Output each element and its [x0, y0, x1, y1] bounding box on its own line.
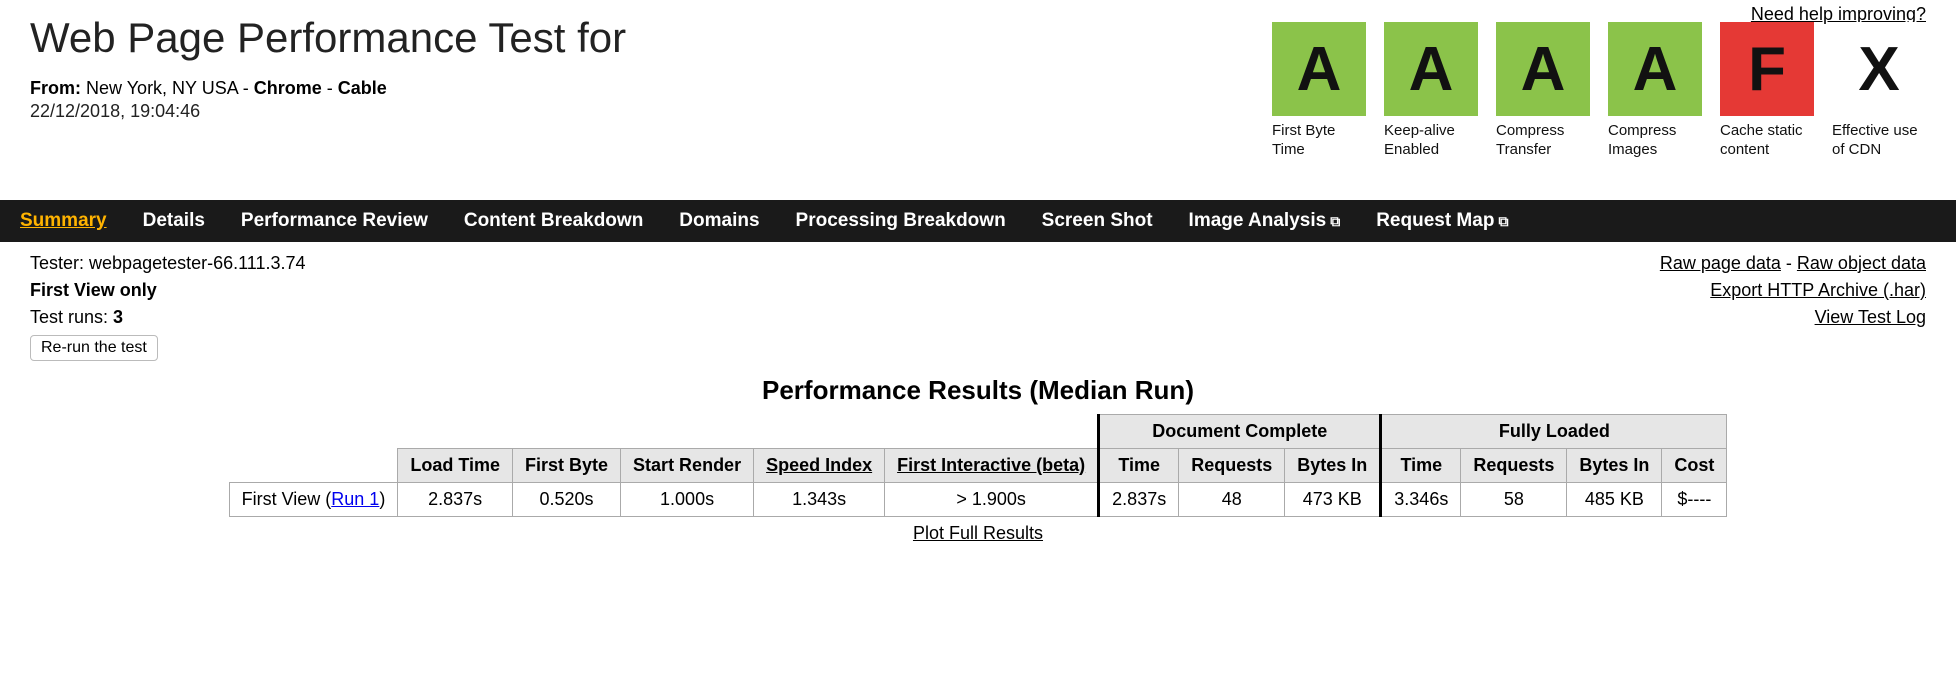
col-first-interactive[interactable]: First Interactive (beta): [885, 449, 1099, 483]
col-speed-index[interactable]: Speed Index: [754, 449, 885, 483]
from-connection: Cable: [338, 78, 387, 98]
tester-label: Tester:: [30, 253, 89, 273]
grade-first-byte[interactable]: A First Byte Time: [1272, 22, 1366, 160]
nav-processing-breakdown[interactable]: Processing Breakdown: [796, 210, 1006, 232]
nav-performance-review[interactable]: Performance Review: [241, 210, 428, 232]
run-link[interactable]: Run 1: [331, 489, 379, 509]
grade-label: Keep-alive Enabled: [1384, 122, 1478, 160]
cell-dc-requests: 48: [1179, 483, 1285, 517]
cell-dc-time: 2.837s: [1099, 483, 1179, 517]
col-group-fully-loaded: Fully Loaded: [1381, 415, 1727, 449]
nav-request-map[interactable]: Request Map⧉: [1376, 210, 1508, 232]
plot-full-results-link[interactable]: Plot Full Results: [913, 523, 1043, 543]
nav-content-breakdown[interactable]: Content Breakdown: [464, 210, 643, 232]
tester-value: webpagetester-66.111.3.74: [89, 253, 306, 273]
grade-letter: F: [1720, 22, 1814, 116]
navbar: Summary Details Performance Review Conte…: [0, 200, 1956, 242]
grade-letter: A: [1608, 22, 1702, 116]
grade-letter: A: [1384, 22, 1478, 116]
cell-speed-index: 1.343s: [754, 483, 885, 517]
external-link-icon: ⧉: [1498, 214, 1508, 228]
col-load-time: Load Time: [398, 449, 513, 483]
col-dc-requests: Requests: [1179, 449, 1285, 483]
export-har-link[interactable]: Export HTTP Archive (.har): [1710, 280, 1926, 300]
cell-first-interactive: > 1.900s: [885, 483, 1099, 517]
cell-dc-bytes: 473 KB: [1285, 483, 1381, 517]
grade-letter: A: [1496, 22, 1590, 116]
grade-letter: X: [1832, 22, 1926, 116]
grade-cache-static[interactable]: F Cache static content: [1720, 22, 1814, 160]
nav-details[interactable]: Details: [143, 210, 205, 232]
row-label: First View (Run 1): [229, 483, 398, 517]
raw-object-data-link[interactable]: Raw object data: [1797, 253, 1926, 273]
export-links: Raw page data - Raw object data Export H…: [1660, 250, 1926, 331]
from-label: From:: [30, 78, 81, 98]
col-dc-bytes: Bytes In: [1285, 449, 1381, 483]
cell-cost[interactable]: $----: [1662, 483, 1727, 517]
nav-image-analysis[interactable]: Image Analysis⧉: [1189, 210, 1341, 232]
first-view-only: First View only: [30, 277, 306, 304]
view-test-log-link[interactable]: View Test Log: [1815, 307, 1926, 327]
test-runs-label: Test runs:: [30, 307, 113, 327]
grade-cdn[interactable]: X Effective use of CDN: [1832, 22, 1926, 160]
external-link-icon: ⧉: [1330, 214, 1340, 228]
rerun-test-button[interactable]: Re-run the test: [30, 335, 158, 361]
results-heading: Performance Results (Median Run): [0, 375, 1956, 406]
grade-label: Effective use of CDN: [1832, 122, 1926, 160]
from-browser: Chrome: [254, 78, 322, 98]
cell-load-time: 2.837s: [398, 483, 513, 517]
col-dc-time: Time: [1099, 449, 1179, 483]
grade-label: Cache static content: [1720, 122, 1814, 160]
cell-fl-requests: 58: [1461, 483, 1567, 517]
nav-summary[interactable]: Summary: [20, 210, 107, 232]
test-meta: Tester: webpagetester-66.111.3.74 First …: [30, 250, 306, 361]
grade-compress-images[interactable]: A Compress Images: [1608, 22, 1702, 160]
grade-compress-transfer[interactable]: A Compress Transfer: [1496, 22, 1590, 160]
grades-row: A First Byte Time A Keep-alive Enabled A…: [1272, 22, 1926, 160]
col-group-document-complete: Document Complete: [1099, 415, 1381, 449]
raw-page-data-link[interactable]: Raw page data: [1660, 253, 1781, 273]
cell-fl-bytes: 485 KB: [1567, 483, 1662, 517]
test-runs-value: 3: [113, 307, 123, 327]
table-row: First View (Run 1) 2.837s 0.520s 1.000s …: [229, 483, 1727, 517]
col-cost: Cost: [1662, 449, 1727, 483]
cell-first-byte: 0.520s: [513, 483, 621, 517]
col-fl-bytes: Bytes In: [1567, 449, 1662, 483]
from-location: New York, NY USA: [86, 78, 238, 98]
nav-domains[interactable]: Domains: [679, 210, 759, 232]
grade-label: Compress Images: [1608, 122, 1702, 160]
grade-keep-alive[interactable]: A Keep-alive Enabled: [1384, 22, 1478, 160]
cell-fl-time: 3.346s: [1381, 483, 1461, 517]
grade-label: Compress Transfer: [1496, 122, 1590, 160]
col-fl-requests: Requests: [1461, 449, 1567, 483]
results-table: Document Complete Fully Loaded Load Time…: [229, 414, 1728, 517]
grade-label: First Byte Time: [1272, 122, 1366, 160]
grade-letter: A: [1272, 22, 1366, 116]
col-start-render: Start Render: [621, 449, 754, 483]
cell-start-render: 1.000s: [621, 483, 754, 517]
nav-screen-shot[interactable]: Screen Shot: [1042, 210, 1153, 232]
col-fl-time: Time: [1381, 449, 1461, 483]
col-first-byte: First Byte: [513, 449, 621, 483]
